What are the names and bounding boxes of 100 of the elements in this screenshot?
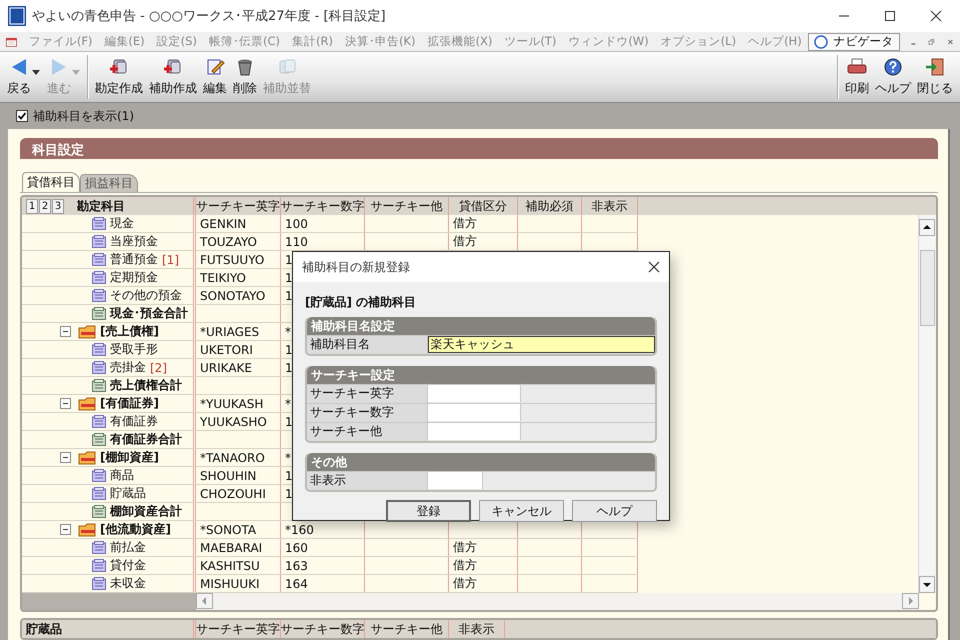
table-cell: 借方 — [453, 233, 477, 250]
toolbar-button[interactable]: 勘定作成 — [92, 55, 146, 99]
table-cell: SONOTAYO — [200, 288, 266, 302]
total-account-name[interactable]: 有価証券合計 — [110, 431, 182, 448]
section-header: 科目設定 — [20, 138, 938, 159]
table-cell: 1 — [285, 342, 293, 356]
column-header: 補助必須 — [526, 198, 574, 214]
table-cell: 1 — [285, 288, 293, 302]
column-header: 非表示 — [458, 620, 494, 638]
dialog-button[interactable]: キャンセル — [479, 500, 564, 522]
table-cell: TEIKIYO — [200, 270, 246, 284]
account-name[interactable]: 現金 — [110, 215, 134, 232]
tab[interactable]: 貸借科目 — [22, 172, 80, 192]
table-cell: KASHITSU — [200, 558, 260, 572]
account-name[interactable]: 貸付金 — [110, 557, 146, 574]
table-cell: 1 — [285, 360, 293, 374]
total-account-name[interactable]: 現金･預金合計 — [110, 305, 188, 322]
table-cell: * — [285, 396, 291, 410]
table-cell: TOUZAYO — [200, 234, 257, 248]
account-group-name[interactable]: [有価証券] — [100, 395, 159, 412]
toolbar-button[interactable]: 補助作成 — [146, 55, 200, 99]
sub-account-count: [2] — [150, 360, 167, 374]
table-cell: *TANAORO — [200, 450, 265, 464]
field-label: サーチキー英字 — [307, 385, 428, 403]
column-header: サーチキー数字 — [281, 198, 364, 214]
table-cell: 1 — [285, 414, 293, 428]
table-cell: 164 — [285, 576, 308, 590]
account-group-name[interactable]: [棚卸資産] — [100, 449, 159, 466]
table-cell: *URIAGES — [200, 324, 260, 338]
dialog-button[interactable]: 登録 — [386, 500, 471, 522]
table-cell: *SONOTA — [200, 522, 256, 536]
group-title: その他 — [307, 453, 655, 471]
column-header: サーチキー数字 — [281, 620, 364, 638]
toolbar-button[interactable]: ヘルプ — [872, 55, 914, 99]
column-header: サーチキー他 — [370, 198, 442, 214]
back-button[interactable]: 戻る — [4, 55, 34, 99]
table-cell: 1 — [285, 270, 293, 284]
table-cell: 借方 — [453, 557, 477, 574]
group-title: 補助科目名設定 — [307, 317, 655, 335]
account-name[interactable]: 当座預金 — [110, 233, 158, 250]
table-cell: 借方 — [453, 575, 477, 592]
account-group-name[interactable]: [他流動資産] — [100, 521, 171, 538]
account-name[interactable]: その他の預金 — [110, 287, 182, 304]
level-button[interactable]: 3 — [52, 198, 64, 214]
sub-account-count: [1] — [162, 252, 179, 266]
toolbar-button[interactable]: 削除 — [230, 55, 260, 99]
total-account-name[interactable]: 棚卸資産合計 — [110, 503, 182, 520]
table-cell: * — [285, 450, 291, 464]
toolbar-button[interactable]: 閉じる — [914, 55, 956, 99]
column-header: 貯蔵品 — [26, 620, 62, 638]
account-name[interactable]: 商品 — [110, 467, 134, 484]
level-button[interactable]: 2 — [39, 198, 51, 214]
field-label: サーチキー他 — [307, 423, 428, 441]
table-cell: * — [285, 324, 291, 338]
account-name[interactable]: 普通預金 — [110, 251, 158, 268]
table-cell: 160 — [285, 540, 308, 554]
table-cell: 100 — [285, 216, 308, 230]
account-group-name[interactable]: [売上債権] — [100, 323, 159, 340]
column-header: サーチキー英字 — [196, 620, 280, 638]
account-name[interactable]: 売掛金 — [110, 359, 146, 376]
tab[interactable]: 損益科目 — [80, 174, 138, 192]
account-name[interactable]: 前払金 — [110, 539, 146, 556]
table-cell: 110 — [285, 234, 308, 248]
window-title: やよいの青色申告 - ○○○ワークス･平成27年度 - [科目設定] — [32, 8, 386, 25]
table-cell: 1 — [285, 252, 293, 266]
account-name[interactable]: 貯蔵品 — [110, 485, 146, 502]
toolbar-button[interactable]: 印刷 — [842, 55, 872, 99]
table-cell: URIKAKE — [200, 360, 252, 374]
table-cell: *160 — [285, 522, 314, 536]
input-field[interactable]: 楽天キャッシュ — [428, 336, 655, 353]
field-label: 補助科目名 — [307, 336, 428, 354]
dialog-button[interactable]: ヘルプ — [572, 500, 657, 522]
column-header: 非表示 — [592, 198, 628, 214]
table-cell: GENKIN — [200, 216, 246, 230]
table-cell: SHOUHIN — [200, 468, 256, 482]
navigator-button[interactable]: ナビゲータ — [808, 32, 900, 50]
table-cell: UKETORI — [200, 342, 253, 356]
account-name[interactable]: 未収金 — [110, 575, 146, 592]
field-label: サーチキー数字 — [307, 404, 428, 422]
dialog-title: 補助科目の新規登録 — [302, 258, 410, 276]
table-cell: MAEBARAI — [200, 540, 262, 554]
toolbar-button[interactable]: 編集 — [200, 55, 230, 99]
total-account-name[interactable]: 売上債権合計 — [110, 377, 182, 394]
account-name[interactable]: 受取手形 — [110, 341, 158, 358]
table-cell: 1 — [285, 486, 293, 500]
checkbox-label[interactable]: 補助科目を表示(1) — [33, 108, 134, 124]
table-cell: 借方 — [453, 539, 477, 556]
group-title: サーチキー設定 — [307, 366, 655, 384]
level-button[interactable]: 1 — [26, 198, 38, 214]
table-cell: YUUKASHO — [200, 414, 267, 428]
table-cell: 163 — [285, 558, 308, 572]
column-header: サーチキー他 — [370, 620, 442, 638]
table-cell: CHOZOUHI — [200, 486, 266, 500]
table-cell: 借方 — [453, 215, 477, 232]
table-cell: 1 — [285, 468, 293, 482]
table-cell: MISHUUKI — [200, 576, 260, 590]
table-cell: *YUUKASH — [200, 396, 264, 410]
account-name[interactable]: 有価証券 — [110, 413, 158, 430]
account-name[interactable]: 定期預金 — [110, 269, 158, 286]
field-label: 非表示 — [307, 472, 428, 490]
